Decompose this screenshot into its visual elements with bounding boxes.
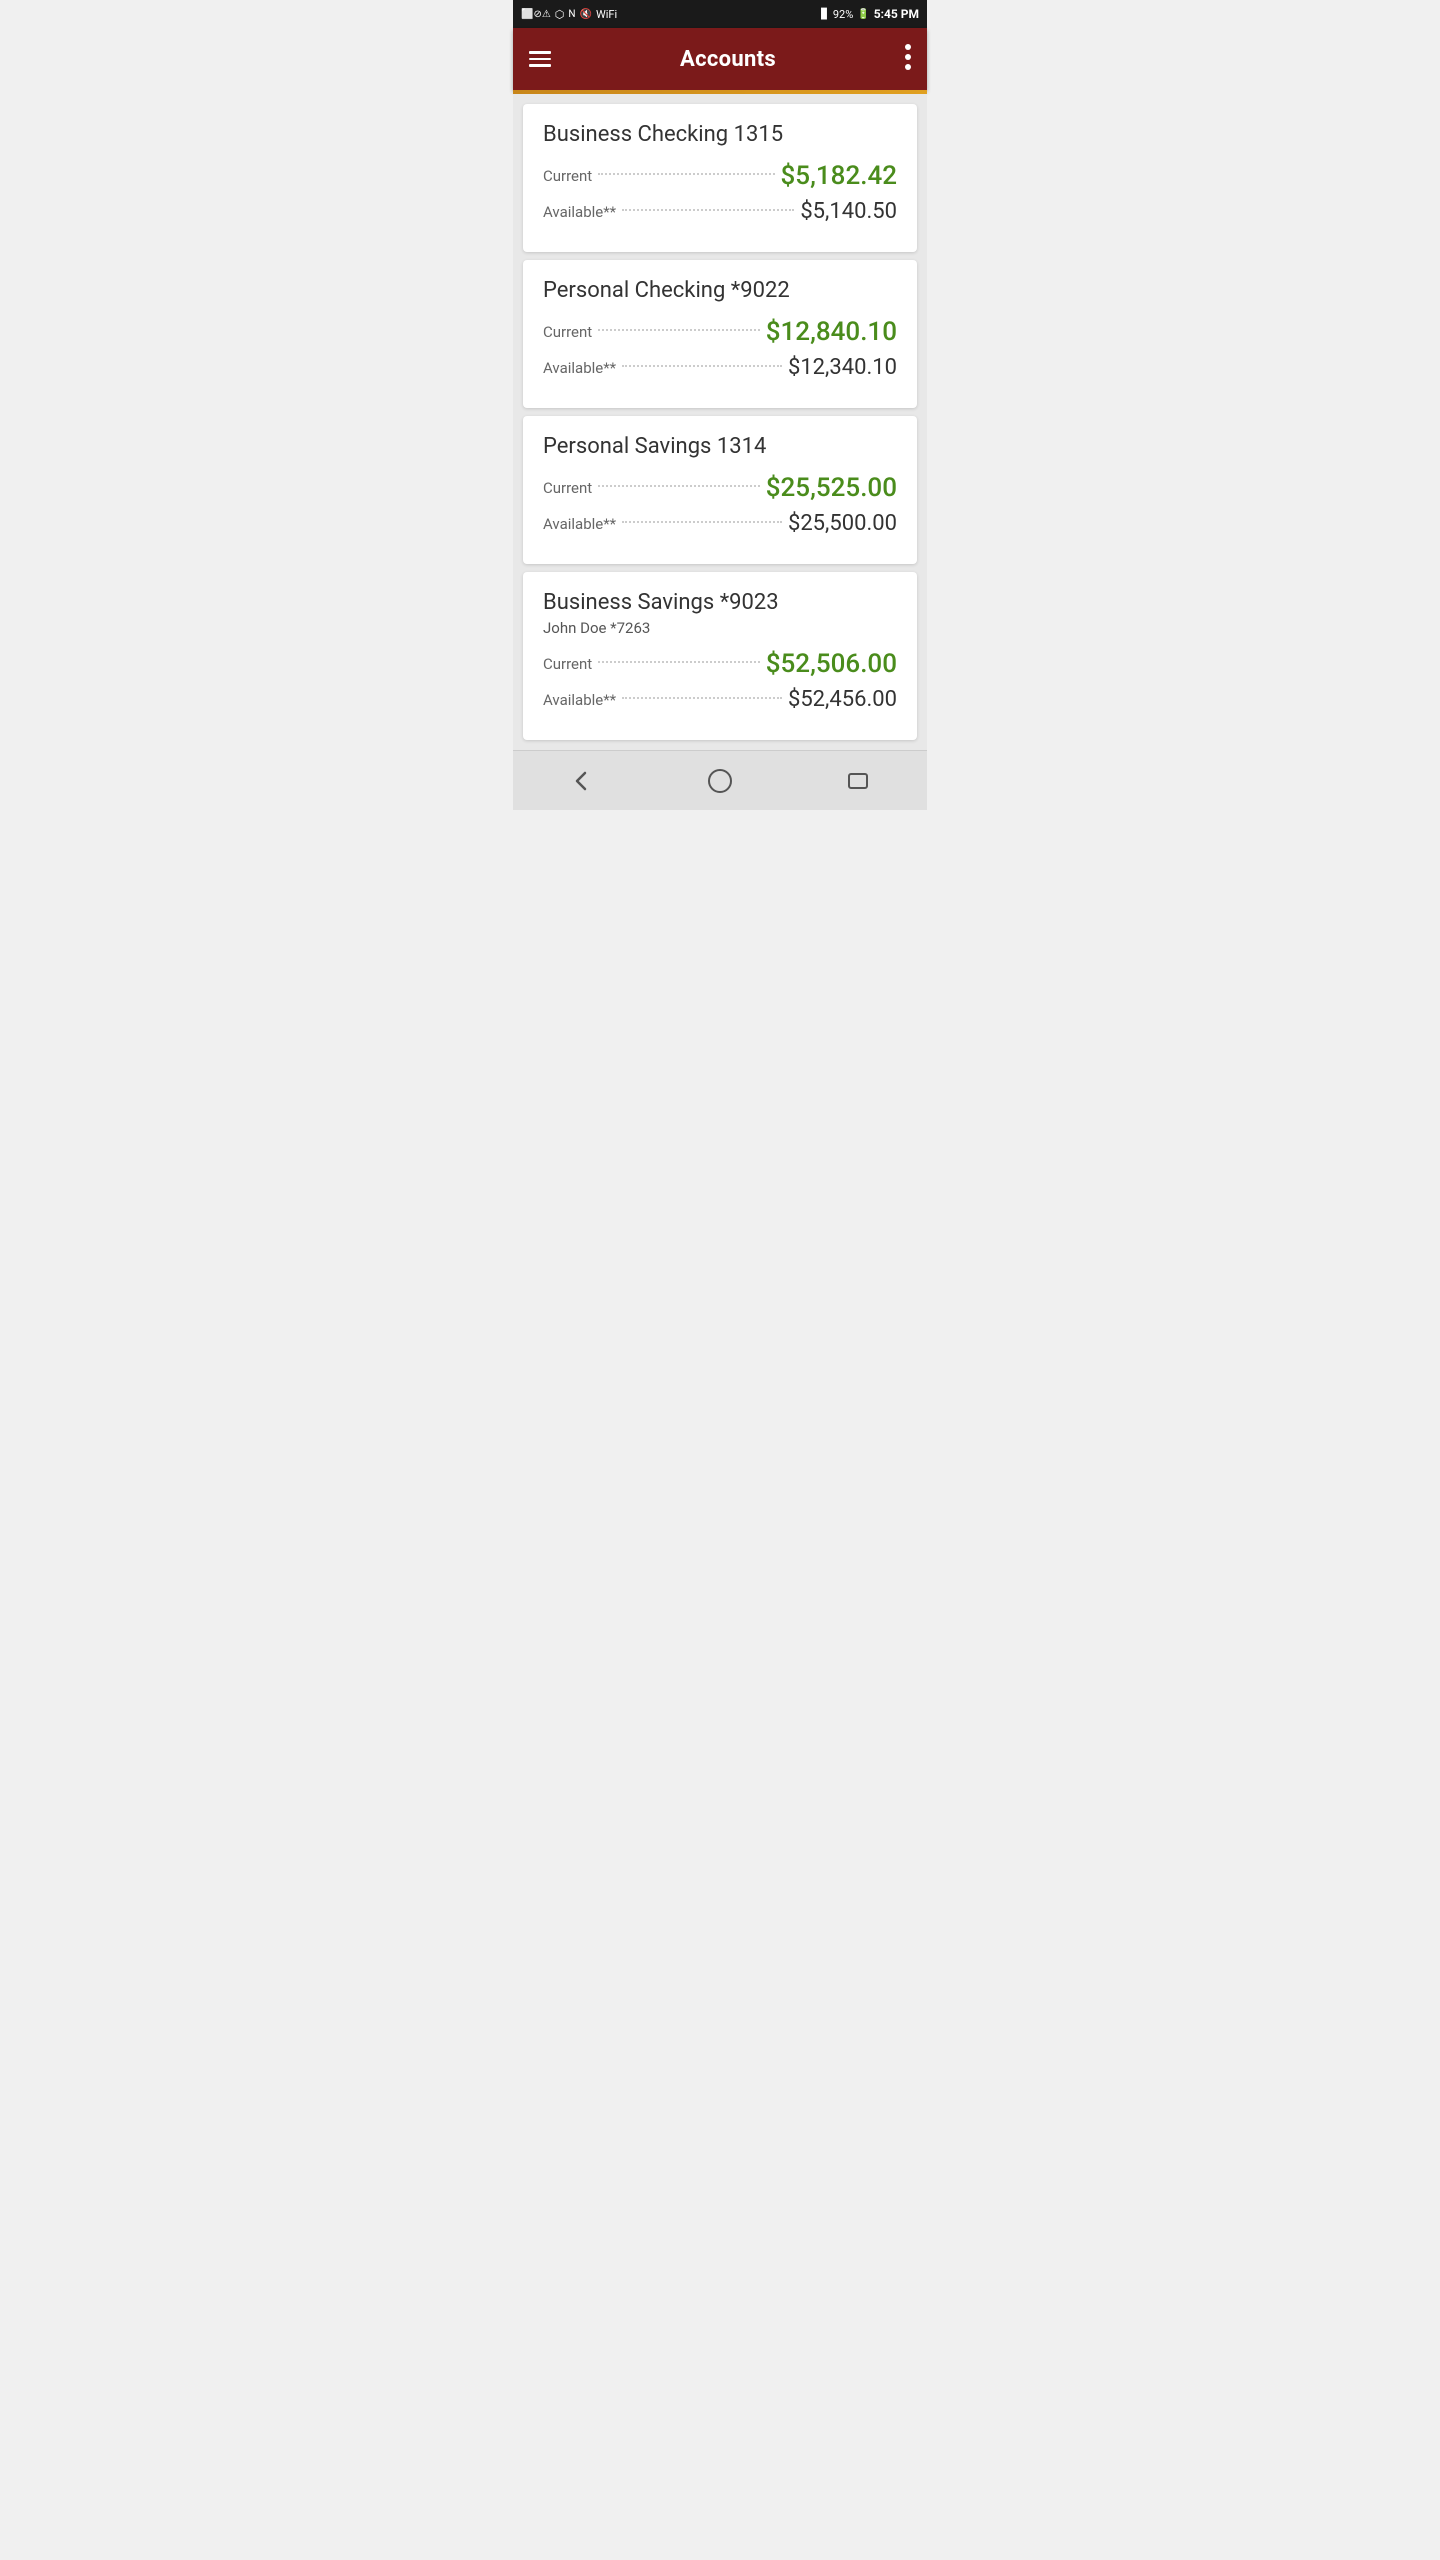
recents-button[interactable] xyxy=(838,761,878,801)
battery-percentage: 92% xyxy=(833,8,853,21)
hamburger-menu-button[interactable] xyxy=(529,51,551,67)
app-icons: ⬜⊘⚠ xyxy=(521,9,551,20)
more-options-button[interactable] xyxy=(905,44,911,75)
available-label-1: Available** xyxy=(543,203,616,221)
account-name-business-checking: Business Checking 1315 xyxy=(543,122,897,147)
available-label-3: Available** xyxy=(543,515,616,533)
account-card-personal-checking[interactable]: Personal Checking *9022 Current $12,840.… xyxy=(523,260,917,408)
current-balance-row-1: Current $5,182.42 xyxy=(543,161,897,191)
available-amount-1: $5,140.50 xyxy=(800,199,897,224)
current-label-1: Current xyxy=(543,167,592,185)
bottom-nav-bar xyxy=(513,750,927,810)
back-button[interactable] xyxy=(562,761,602,801)
available-balance-row-3: Available** $25,500.00 xyxy=(543,511,897,536)
dots-1b xyxy=(622,209,794,211)
available-amount-3: $25,500.00 xyxy=(788,511,897,536)
signal-icon: ▊ xyxy=(821,9,829,20)
current-balance-row-2: Current $12,840.10 xyxy=(543,317,897,347)
wifi-icon: WiFi xyxy=(596,8,617,21)
account-sub-business-savings: John Doe *7263 xyxy=(543,619,897,637)
status-bar: ⬜⊘⚠ ⬡ N 🔇 WiFi ▊ 92% 🔋 5:45 PM xyxy=(513,0,927,28)
current-label-2: Current xyxy=(543,323,592,341)
dots-1a xyxy=(598,173,774,175)
current-balance-row-3: Current $25,525.00 xyxy=(543,473,897,503)
home-button[interactable] xyxy=(700,761,740,801)
accounts-list: Business Checking 1315 Current $5,182.42… xyxy=(513,94,927,750)
available-amount-4: $52,456.00 xyxy=(788,687,897,712)
current-label-4: Current xyxy=(543,655,592,673)
dots-3a xyxy=(598,485,760,487)
available-balance-row-4: Available** $52,456.00 xyxy=(543,687,897,712)
available-label-2: Available** xyxy=(543,359,616,377)
account-name-personal-savings: Personal Savings 1314 xyxy=(543,434,897,459)
dots-3b xyxy=(622,521,782,523)
battery-icon: 🔋 xyxy=(857,9,869,20)
account-name-personal-checking: Personal Checking *9022 xyxy=(543,278,897,303)
current-amount-2: $12,840.10 xyxy=(766,317,897,347)
time-display: 5:45 PM xyxy=(874,7,919,21)
account-card-business-checking[interactable]: Business Checking 1315 Current $5,182.42… xyxy=(523,104,917,252)
bluetooth-icon: ⬡ xyxy=(555,8,565,21)
dots-4a xyxy=(598,661,760,663)
current-label-3: Current xyxy=(543,479,592,497)
available-amount-2: $12,340.10 xyxy=(788,355,897,380)
mute-icon: 🔇 xyxy=(580,9,592,20)
account-card-business-savings[interactable]: Business Savings *9023 John Doe *7263 Cu… xyxy=(523,572,917,740)
dots-2b xyxy=(622,365,782,367)
available-label-4: Available** xyxy=(543,691,616,709)
available-balance-row-1: Available** $5,140.50 xyxy=(543,199,897,224)
status-right: ▊ 92% 🔋 5:45 PM xyxy=(821,7,919,21)
app-bar: Accounts xyxy=(513,28,927,90)
account-card-personal-savings[interactable]: Personal Savings 1314 Current $25,525.00… xyxy=(523,416,917,564)
dots-2a xyxy=(598,329,760,331)
current-amount-1: $5,182.42 xyxy=(781,161,897,191)
account-name-business-savings: Business Savings *9023 xyxy=(543,590,897,615)
nfc-icon: N xyxy=(568,9,575,20)
current-amount-3: $25,525.00 xyxy=(766,473,897,503)
page-title: Accounts xyxy=(680,47,776,72)
dots-4b xyxy=(622,697,782,699)
current-balance-row-4: Current $52,506.00 xyxy=(543,649,897,679)
current-amount-4: $52,506.00 xyxy=(766,649,897,679)
status-left: ⬜⊘⚠ ⬡ N 🔇 WiFi xyxy=(521,8,617,21)
available-balance-row-2: Available** $12,340.10 xyxy=(543,355,897,380)
